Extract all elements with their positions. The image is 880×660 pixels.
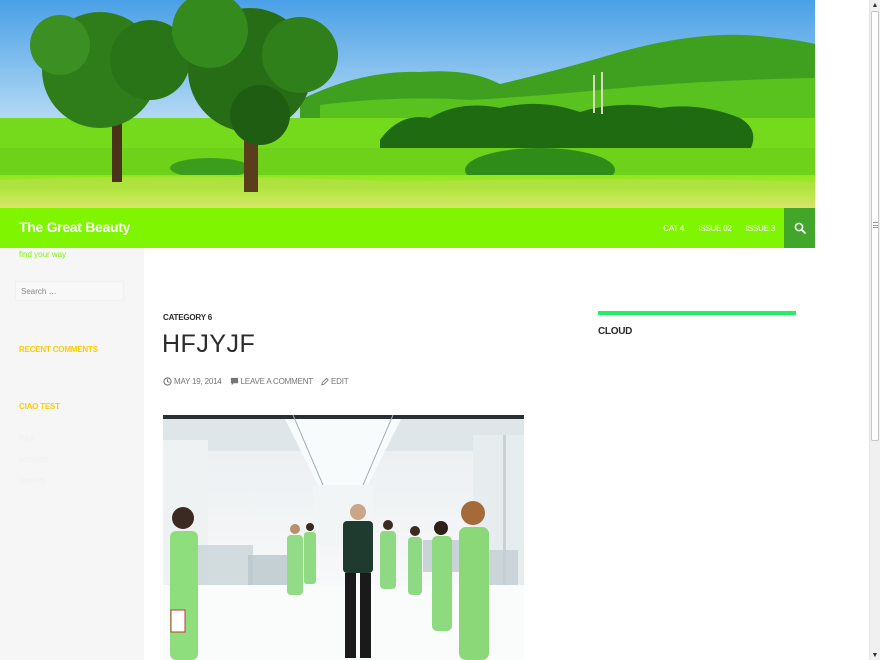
widget-link-contact[interactable]: contact [19,476,45,485]
nav-item-issue-3[interactable]: ISSUE 3 [746,224,775,233]
post-date: MAY 19, 2014 [174,376,222,386]
widget-link-pinit[interactable]: Pinit [19,434,35,443]
scrollbar-thumb[interactable] [871,11,879,441]
scrollbar-grip-icon [873,222,878,228]
primary-nav: CAT 4 ISSUE 02 ISSUE 3 [649,208,775,248]
leave-comment-label: LEAVE A COMMENT [240,376,314,386]
scroll-down-arrow-icon[interactable]: ▼ [870,650,880,660]
post-featured-image[interactable] [163,415,524,660]
vertical-scrollbar[interactable]: ▲ ▼ [869,0,880,660]
leave-comment-link[interactable]: LEAVE A COMMENT [230,377,313,386]
cloud-widget-accent-bar [598,311,796,315]
widget-title-ciao-test: CIAO TEST [19,402,60,411]
masthead: The Great Beauty CAT 4 ISSUE 02 ISSUE 3 [0,208,815,248]
edit-link[interactable]: EDIT [321,376,349,386]
post-meta: MAY 19, 2014 LEAVE A COMMENT EDIT [163,375,356,387]
site-tagline: find your way [19,250,67,259]
search-toggle-button[interactable] [784,208,815,248]
page: The Great Beauty CAT 4 ISSUE 02 ISSUE 3 … [0,0,815,660]
post-date-link[interactable]: MAY 19, 2014 [163,377,222,386]
nav-item-issue-02[interactable]: ISSUE 02 [698,224,732,233]
post-title[interactable]: HFJYJF [162,330,255,359]
widget-link-contacts[interactable]: contacts [19,455,49,464]
comment-icon [230,377,238,385]
pencil-icon [321,377,329,385]
edit-label: EDIT [331,376,349,386]
clock-icon [163,376,172,386]
widget-title-cloud: CLOUD [598,326,633,337]
site-title[interactable]: The Great Beauty [19,219,130,235]
header-landscape-image[interactable] [0,0,815,208]
nav-item-cat-4[interactable]: CAT 4 [663,224,684,233]
sidebar-search-input[interactable] [15,281,124,301]
left-sidebar: find your way [0,248,144,660]
scroll-up-arrow-icon[interactable]: ▲ [870,0,880,10]
widget-title-recent-comments: RECENT COMMENTS [19,345,98,354]
post-category-link[interactable]: CATEGORY 6 [163,313,212,322]
search-icon [794,222,806,234]
